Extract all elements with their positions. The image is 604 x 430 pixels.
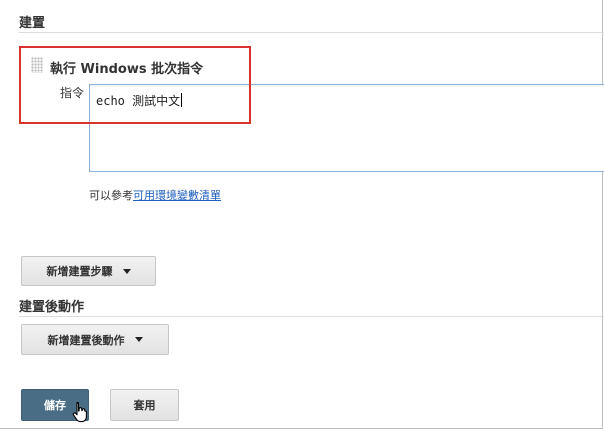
apply-button[interactable]: 套用 bbox=[110, 389, 179, 421]
post-build-section-divider bbox=[19, 316, 604, 317]
add-build-step-label: 新增建置步驟 bbox=[46, 265, 113, 278]
save-label: 儲存 bbox=[44, 399, 66, 412]
annotation-highlight-box bbox=[19, 46, 251, 124]
env-vars-help: 可以參考可用環境變數清單 bbox=[89, 187, 221, 203]
hand-pointer-icon bbox=[72, 401, 87, 423]
add-post-build-action-label: 新增建置後動作 bbox=[47, 333, 125, 347]
build-section-divider bbox=[19, 32, 604, 33]
apply-label: 套用 bbox=[133, 399, 156, 412]
env-vars-link[interactable]: 可用環境變數清單 bbox=[133, 189, 221, 202]
help-prefix: 可以參考 bbox=[89, 189, 133, 202]
chevron-down-icon bbox=[122, 268, 131, 274]
build-section-title: 建置 bbox=[19, 16, 46, 31]
add-build-step-button[interactable]: 新增建置步驟 bbox=[21, 256, 156, 286]
chevron-down-icon bbox=[134, 337, 143, 342]
add-post-build-action-button[interactable]: 新增建置後動作 bbox=[21, 324, 169, 355]
post-build-section-title: 建置後動作 bbox=[19, 300, 85, 315]
